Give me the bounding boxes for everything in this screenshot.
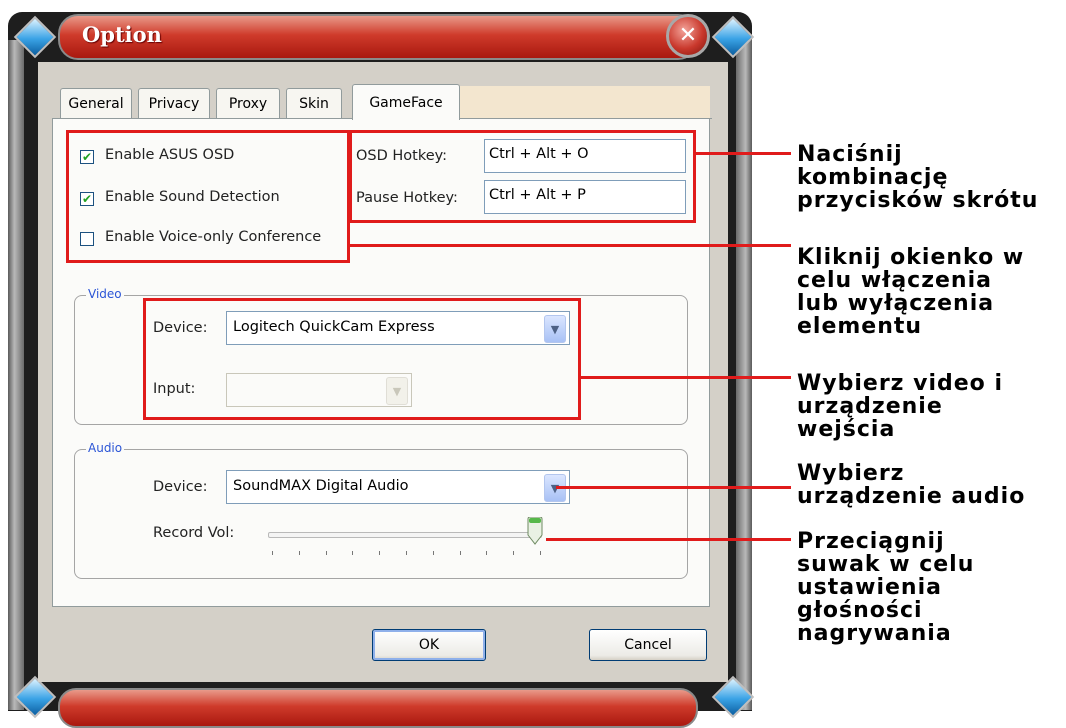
frame-left-edge <box>8 40 24 710</box>
slider-tick <box>298 551 300 555</box>
slider-tick <box>352 551 354 555</box>
tab-label: Proxy <box>228 95 268 112</box>
checkbox-highlight <box>66 130 350 263</box>
audio-device-value: SoundMAX Digital Audio <box>233 478 409 494</box>
tab-general[interactable]: General <box>60 88 132 118</box>
hotkey-highlight <box>349 130 696 223</box>
frame-right-edge <box>736 40 752 710</box>
annotation-video: Wybierz video i urządzenie wejścia <box>797 371 1003 442</box>
tab-label: Privacy <box>148 95 200 112</box>
bottom-bar <box>58 688 698 728</box>
record-vol-slider-track[interactable] <box>268 532 542 538</box>
slider-leader-line <box>546 538 791 541</box>
close-icon: ✕ <box>678 23 698 48</box>
tab-skin[interactable]: Skin <box>286 88 342 118</box>
record-vol-slider-thumb[interactable] <box>527 517 543 545</box>
tab-proxy[interactable]: Proxy <box>216 88 280 118</box>
video-leader-line <box>581 376 791 379</box>
annotation-audio: Wybierz urządzenie audio <box>797 461 1026 509</box>
slider-tick <box>486 551 488 555</box>
slider-tick <box>540 551 541 555</box>
slider-tick <box>406 551 407 555</box>
ok-button[interactable]: OK <box>372 629 486 661</box>
record-vol-label: Record Vol: <box>153 525 235 541</box>
video-group-title: Video <box>86 287 124 301</box>
hotkey-leader-line <box>696 152 791 155</box>
slider-tick <box>325 551 327 555</box>
close-button[interactable]: ✕ <box>666 14 710 58</box>
audio-leader-line <box>556 486 791 489</box>
checkbox-leader-line <box>350 244 791 247</box>
slider-tick <box>432 551 434 555</box>
audio-device-select[interactable]: SoundMAX Digital Audio ▼ <box>226 470 570 504</box>
slider-tick <box>272 551 273 555</box>
tab-gameface[interactable]: GameFace <box>352 84 460 120</box>
audio-device-label: Device: <box>153 479 208 495</box>
annotation-hotkeys: Naciśnij kombinację przycisków skrótu <box>797 142 1039 213</box>
annotation-slider: Przeciągnij suwak w celu ustawienia głoś… <box>797 529 975 646</box>
tab-label: GameFace <box>369 94 443 111</box>
cancel-button[interactable]: Cancel <box>589 629 707 661</box>
audio-group-title: Audio <box>86 441 125 455</box>
annotation-checkbox: Kliknij okienko w celu włączenia lub wył… <box>797 245 1025 339</box>
tab-strip-fill <box>460 86 710 118</box>
tab-label: Skin <box>299 95 329 112</box>
slider-tick <box>379 551 381 555</box>
tab-privacy[interactable]: Privacy <box>138 88 210 118</box>
video-highlight <box>143 298 581 420</box>
tab-label: General <box>68 95 124 112</box>
audio-group <box>74 449 688 579</box>
slider-tick <box>513 551 515 555</box>
window-title: Option <box>82 22 162 47</box>
slider-tick <box>459 551 461 555</box>
